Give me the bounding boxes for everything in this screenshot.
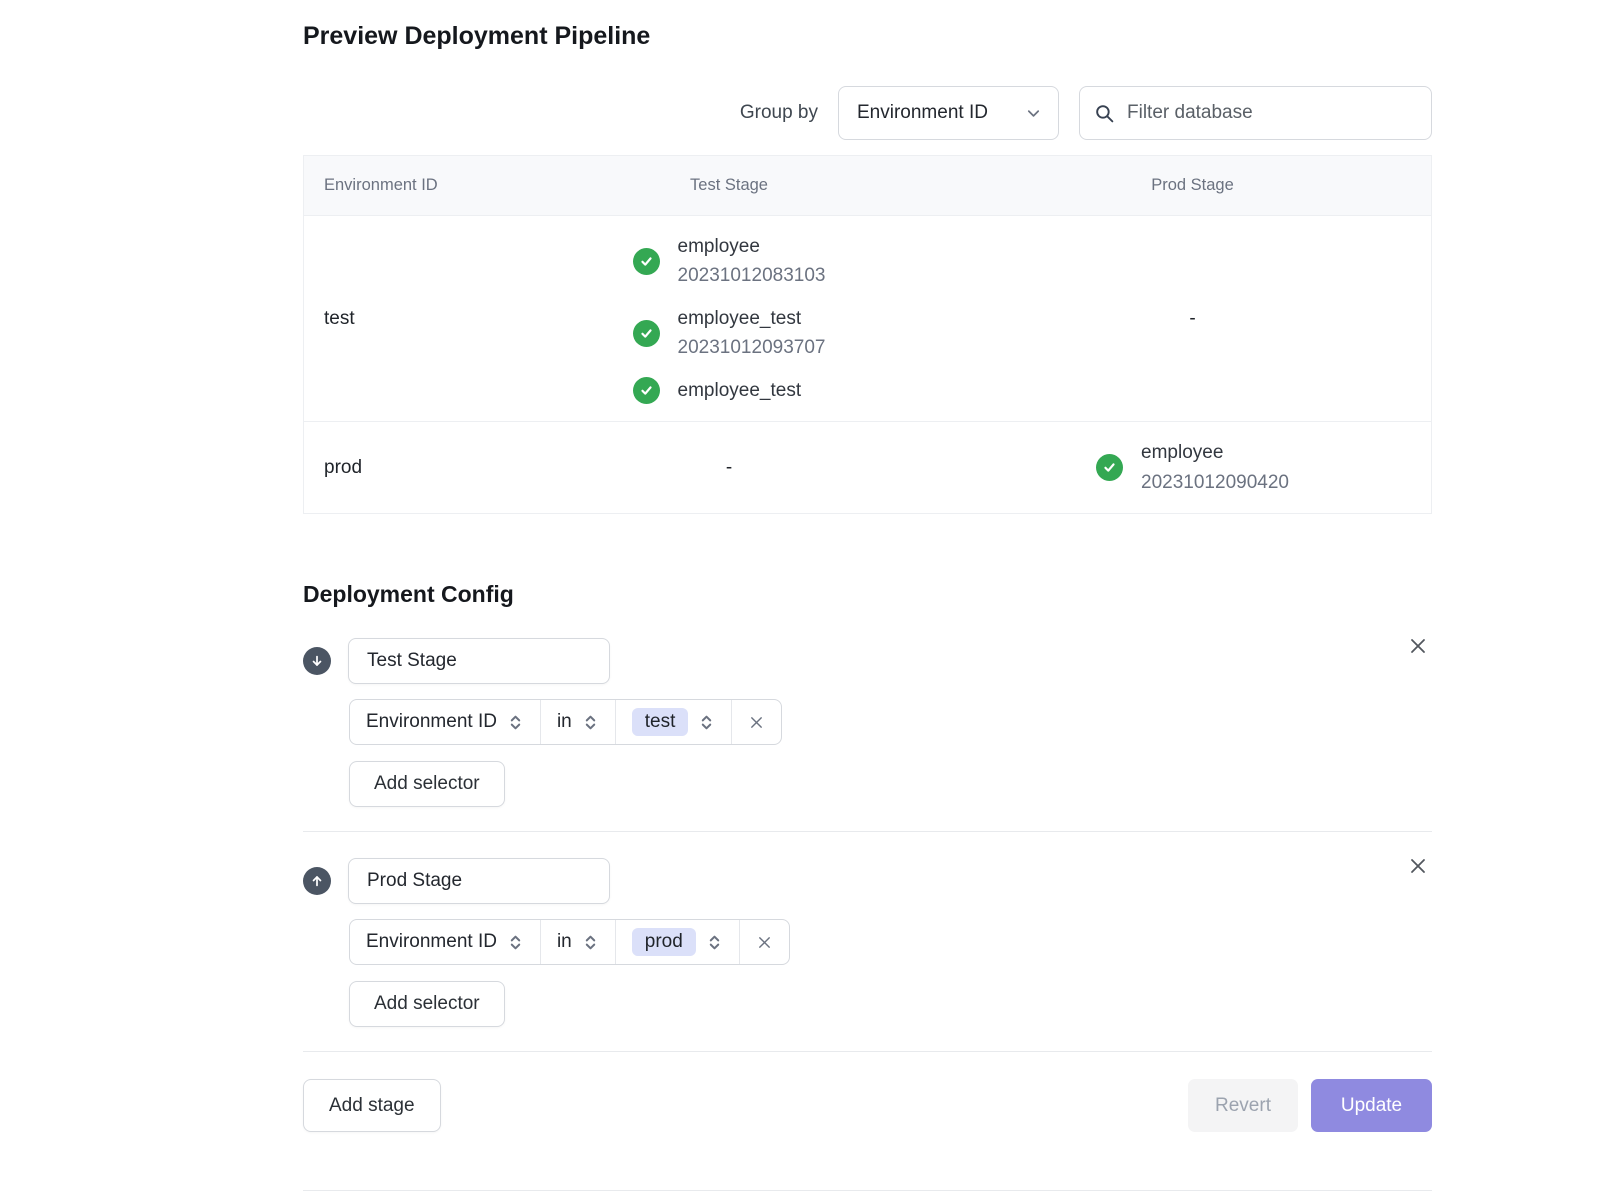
- table-row: prod - employee 20231012090420: [304, 421, 1431, 513]
- table-controls: Group by Environment ID: [303, 86, 1432, 140]
- selector-value-select[interactable]: test: [615, 700, 732, 744]
- selector-value-badge: prod: [632, 928, 696, 956]
- stage-config-test: Environment ID in test: [303, 638, 1432, 807]
- group-by-value: Environment ID: [857, 102, 988, 124]
- remove-selector-button[interactable]: [731, 700, 781, 744]
- selector-operator-value: in: [557, 931, 572, 953]
- database-version: 20231012090420: [1141, 468, 1289, 497]
- database-label: employee 20231012083103: [678, 232, 826, 291]
- stage-config-prod: Environment ID in prod: [303, 858, 1432, 1027]
- database-list: employee 20231012090420: [1096, 422, 1289, 513]
- revert-button[interactable]: Revert: [1188, 1079, 1298, 1132]
- chevron-updown-icon: [706, 934, 723, 951]
- test-stage-cell: employee 20231012083103 employee_test 20…: [504, 216, 954, 421]
- chevron-updown-icon: [507, 714, 524, 731]
- remove-selector-button[interactable]: [739, 920, 789, 964]
- stage-header: [303, 638, 1432, 684]
- add-selector-button[interactable]: Add selector: [349, 761, 505, 807]
- database-label: employee_test 20231012093707: [678, 304, 826, 363]
- add-stage-button[interactable]: Add stage: [303, 1079, 441, 1132]
- selector-row: Environment ID in prod: [349, 919, 1432, 965]
- test-stage-cell: -: [504, 422, 954, 513]
- database-label: employee 20231012090420: [1141, 438, 1289, 497]
- stage-name-input[interactable]: [348, 638, 610, 684]
- search-icon: [1094, 103, 1115, 124]
- group-by-label: Group by: [740, 102, 818, 124]
- column-header-environment-id: Environment ID: [304, 156, 504, 215]
- database-item[interactable]: employee_test 20231012093707: [633, 304, 826, 363]
- success-check-icon: [633, 248, 660, 275]
- selector-group: Environment ID in prod: [349, 919, 790, 965]
- filter-database-input[interactable]: [1127, 102, 1417, 124]
- prod-stage-cell: employee 20231012090420: [954, 422, 1431, 513]
- column-header-prod-stage: Prod Stage: [954, 156, 1431, 215]
- database-name: employee: [1141, 438, 1289, 467]
- footer-divider: [303, 1051, 1432, 1052]
- selector-row: Environment ID in test: [349, 699, 1432, 745]
- database-name: employee_test: [678, 304, 826, 333]
- pipeline-table: Environment ID Test Stage Prod Stage tes…: [303, 155, 1432, 514]
- empty-stage-placeholder: -: [1189, 308, 1195, 330]
- remove-stage-button[interactable]: [1404, 632, 1432, 660]
- chevron-updown-icon: [507, 934, 524, 951]
- database-name: employee_test: [678, 376, 802, 405]
- database-item[interactable]: employee 20231012090420: [1096, 438, 1289, 497]
- pipeline-table-header: Environment ID Test Stage Prod Stage: [304, 156, 1431, 215]
- column-header-test-stage: Test Stage: [504, 156, 954, 215]
- database-item[interactable]: employee_test: [633, 376, 826, 405]
- footer-right-actions: Revert Update: [1188, 1079, 1432, 1132]
- selector-operator-select[interactable]: in: [540, 700, 615, 744]
- success-check-icon: [1096, 454, 1123, 481]
- selector-key-select[interactable]: Environment ID: [350, 700, 540, 744]
- group-by-select[interactable]: Environment ID: [838, 86, 1059, 140]
- table-row: test employee 20231012083103: [304, 215, 1431, 421]
- page-title: Preview Deployment Pipeline: [303, 22, 1432, 51]
- arrow-down-circle-icon: [303, 647, 331, 675]
- selector-key-select[interactable]: Environment ID: [350, 920, 540, 964]
- environment-id-cell: prod: [304, 422, 504, 513]
- database-version: 20231012083103: [678, 261, 826, 290]
- selector-operator-value: in: [557, 711, 572, 733]
- selector-value-badge: test: [632, 708, 689, 736]
- main-content: Preview Deployment Pipeline Group by Env…: [303, 0, 1432, 1191]
- chevron-down-icon: [1025, 105, 1042, 122]
- filter-database-search[interactable]: [1079, 86, 1432, 140]
- stage-header: [303, 858, 1432, 904]
- success-check-icon: [633, 320, 660, 347]
- prod-stage-cell: -: [954, 216, 1431, 421]
- selector-key-value: Environment ID: [366, 711, 497, 733]
- empty-stage-placeholder: -: [726, 457, 732, 479]
- chevron-updown-icon: [698, 714, 715, 731]
- success-check-icon: [633, 377, 660, 404]
- deployment-config-heading: Deployment Config: [303, 581, 1432, 608]
- chevron-updown-icon: [582, 714, 599, 731]
- environment-id-cell: test: [304, 216, 504, 421]
- selector-value-select[interactable]: prod: [615, 920, 739, 964]
- chevron-updown-icon: [582, 934, 599, 951]
- update-button[interactable]: Update: [1311, 1079, 1432, 1132]
- database-version: 20231012093707: [678, 333, 826, 362]
- selector-operator-select[interactable]: in: [540, 920, 615, 964]
- stage-name-input[interactable]: [348, 858, 610, 904]
- bottom-divider: [303, 1190, 1432, 1191]
- footer-actions: Add stage Revert Update: [303, 1079, 1432, 1132]
- remove-stage-button[interactable]: [1404, 852, 1432, 880]
- database-label: employee_test: [678, 376, 802, 405]
- selector-key-value: Environment ID: [366, 931, 497, 953]
- stage-divider: [303, 831, 1432, 832]
- database-list: employee 20231012083103 employee_test 20…: [633, 216, 826, 421]
- arrow-up-circle-icon: [303, 867, 331, 895]
- selector-group: Environment ID in test: [349, 699, 782, 745]
- database-name: employee: [678, 232, 826, 261]
- database-item[interactable]: employee 20231012083103: [633, 232, 826, 291]
- add-selector-button[interactable]: Add selector: [349, 981, 505, 1027]
